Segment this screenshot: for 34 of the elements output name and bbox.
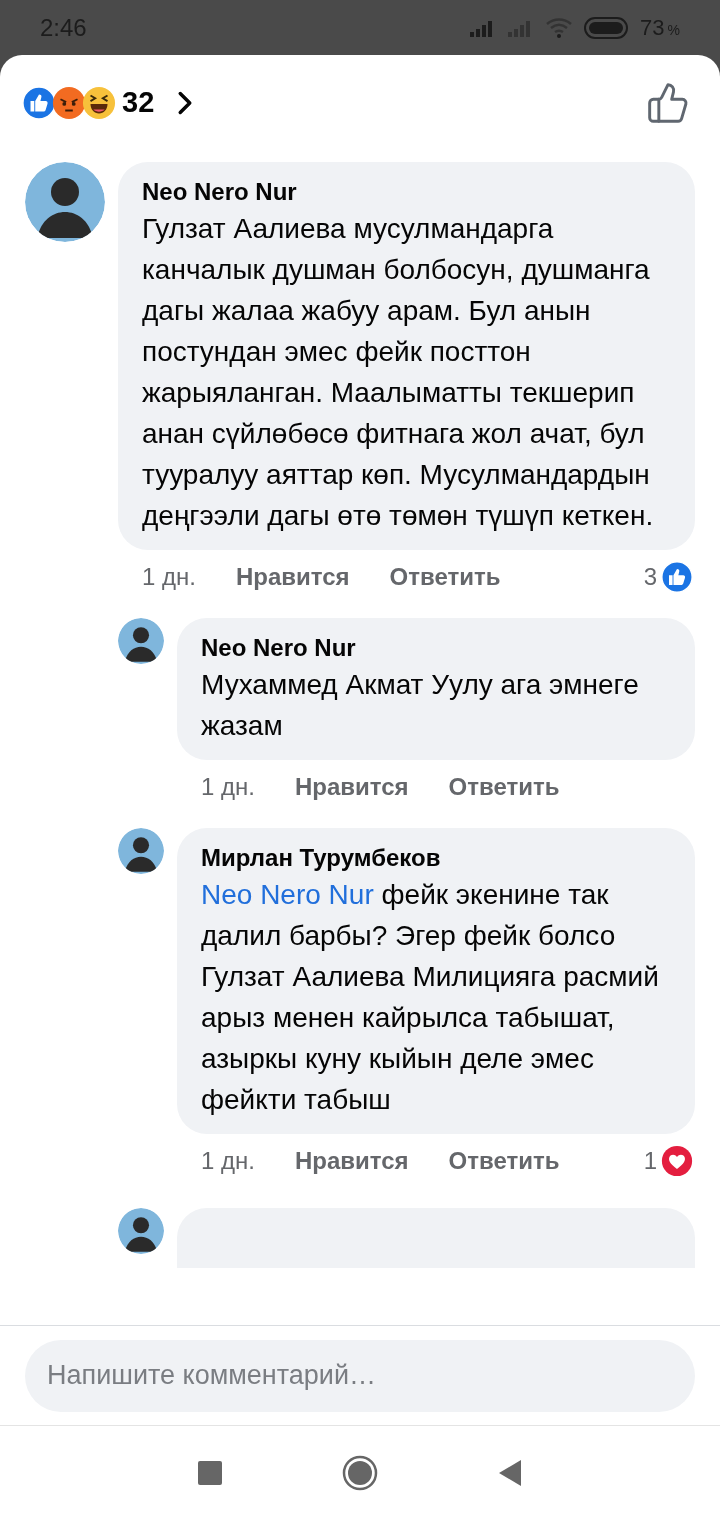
- percent-sign: %: [667, 21, 680, 40]
- like-link[interactable]: Нравится: [294, 769, 409, 805]
- reply-link[interactable]: Ответить: [389, 559, 501, 595]
- comment-text: Гулзат Аалиева мусулмандарга канчалык душман болбосун, душманга дагы жалаа жабуу арам. Бул анын постундан эмес фейк посттон жарыяланган. Маалыматты текшерип анан сүйлөбөсө фитнага жол ачат, бул тууралуу аяттар көп. Мусулмандардын деңгээли дагы өтө төмөн түшүп кеткен.: [142, 212, 655, 533]
- author-name[interactable]: Мирлан Турумбеков: [201, 842, 671, 874]
- author-name[interactable]: Neo Nero Nur: [142, 176, 671, 208]
- like-icon: [22, 85, 56, 120]
- avatar[interactable]: [118, 828, 164, 874]
- avatar[interactable]: [118, 1208, 164, 1254]
- thumbs-up-icon[interactable]: [646, 80, 690, 125]
- battery-icon: [584, 16, 629, 39]
- back-icon[interactable]: [498, 1459, 522, 1487]
- laughing-emoji-icon: [82, 85, 116, 120]
- like-icon: [661, 561, 693, 593]
- like-link[interactable]: Нравится: [235, 559, 350, 595]
- like-link[interactable]: Нравится: [294, 1143, 409, 1179]
- wifi-icon: [546, 17, 573, 38]
- reaction-count: 3: [643, 562, 657, 592]
- timestamp: 1 дн.: [201, 1146, 255, 1176]
- mention-link[interactable]: Neo Nero Nur: [201, 879, 374, 910]
- reaction-count[interactable]: 32: [122, 80, 155, 125]
- comment-input[interactable]: Напишите комментарий…: [25, 1339, 695, 1412]
- reaction-count: 1: [643, 1146, 657, 1176]
- reply-link[interactable]: Ответить: [448, 769, 560, 805]
- avatar[interactable]: [25, 162, 105, 242]
- reply-link[interactable]: Ответить: [448, 1143, 560, 1179]
- author-name[interactable]: Neo Nero Nur: [201, 632, 671, 664]
- angry-emoji-icon: [52, 85, 86, 120]
- timestamp: 1 дн.: [201, 772, 255, 802]
- avatar[interactable]: [118, 618, 164, 664]
- home-icon[interactable]: [342, 1455, 378, 1491]
- comment-text: Мухаммед Акмат Уулу ага эмнеге жазам: [201, 668, 640, 743]
- comment-text: Neo Nero Nur фейк экенине так далил барбы? Эгер фейк болсо Гулзат Аалиева Милицияга расмий арыз менен кайрылса табышат, азыркы куну кыйын деле эмес фейкти табыш: [201, 878, 660, 1117]
- timestamp: 1 дн.: [142, 562, 196, 592]
